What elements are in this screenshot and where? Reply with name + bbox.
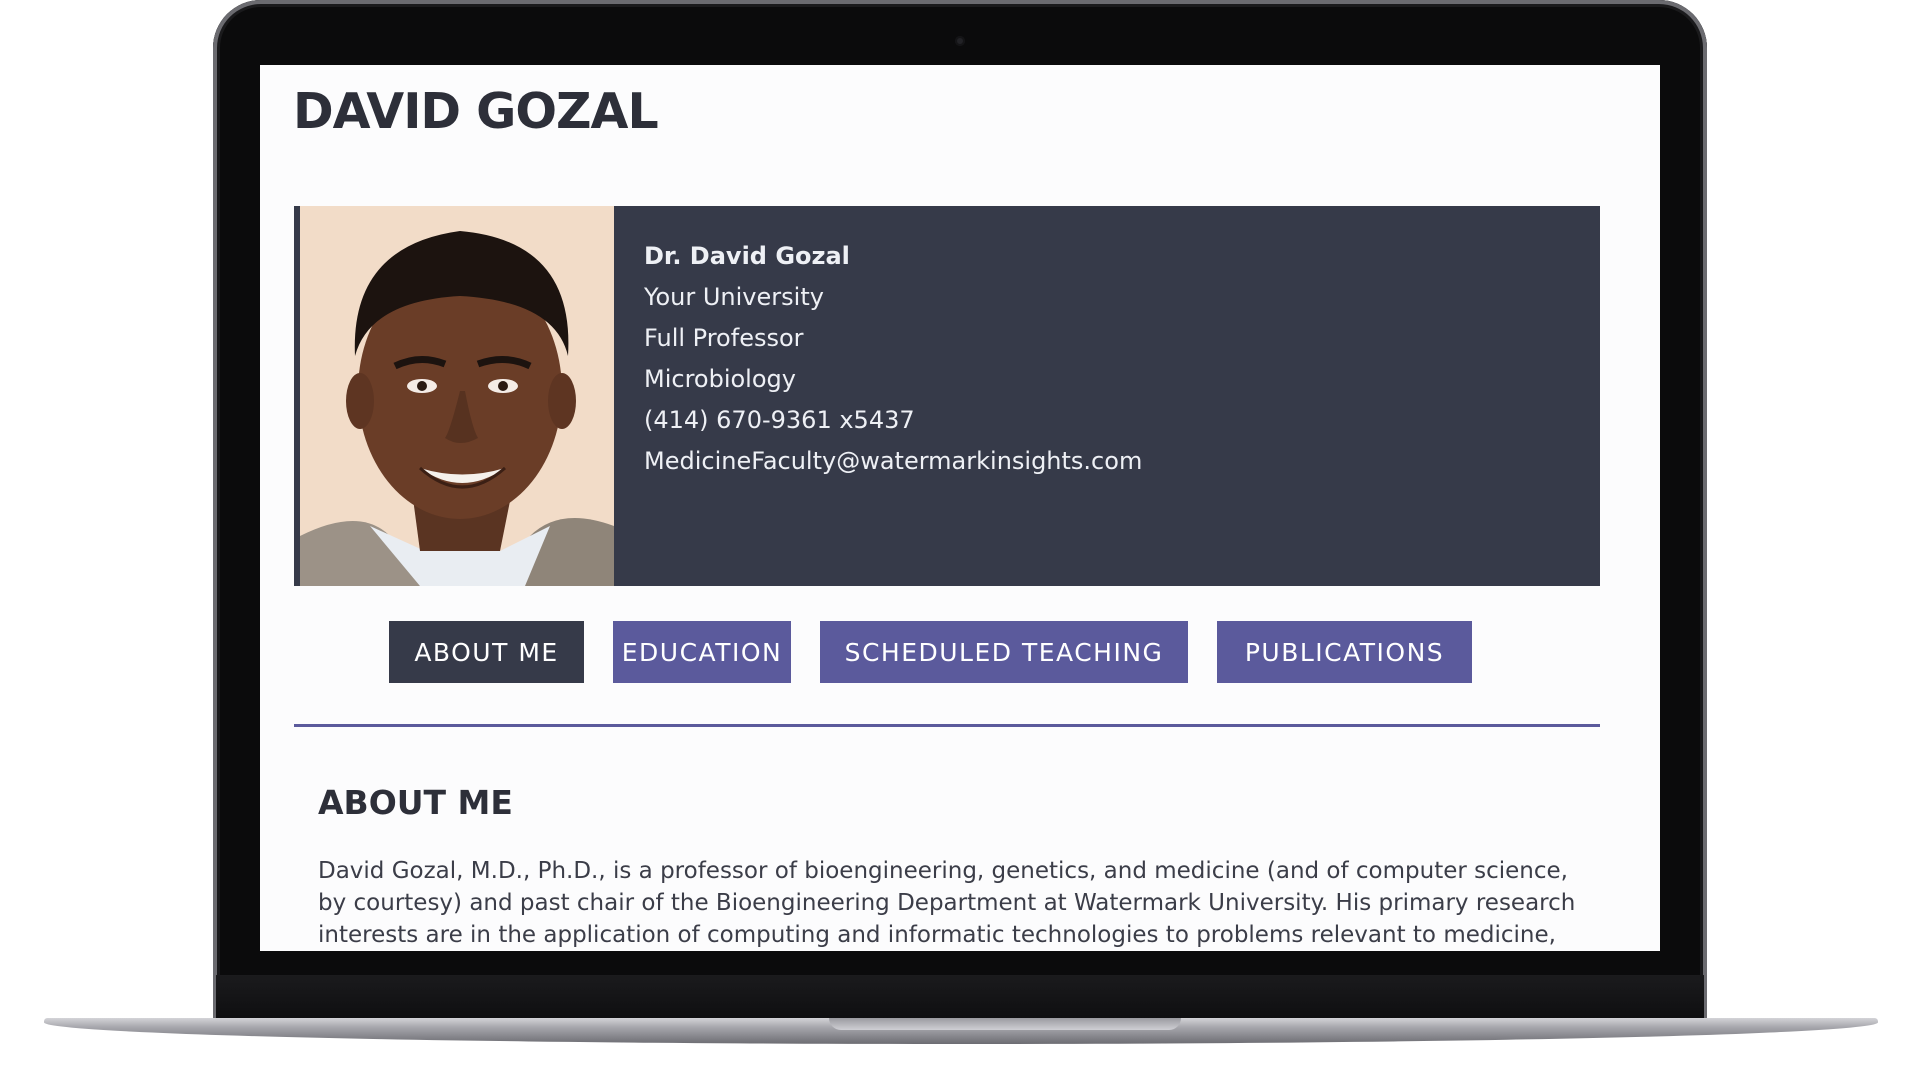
profile-department: Microbiology xyxy=(644,365,796,393)
avatar xyxy=(300,206,614,586)
profile-email[interactable]: MedicineFaculty@watermarkinsights.com xyxy=(644,441,1142,482)
avatar-photo-icon xyxy=(300,206,614,586)
profile-position: Full Professor xyxy=(644,324,804,352)
camera-icon xyxy=(955,36,965,46)
profile-phone: (414) 670-9361 x5437 xyxy=(644,406,915,434)
tab-scheduled-teaching[interactable]: SCHEDULED TEACHING xyxy=(820,621,1188,683)
laptop-base xyxy=(44,1018,1878,1044)
profile-info: Dr. David Gozal Your University Full Pro… xyxy=(644,236,1142,482)
tab-education[interactable]: EDUCATION xyxy=(613,621,791,683)
about-body: David Gozal, M.D., Ph.D., is a professor… xyxy=(318,858,1576,948)
screen: DAVID GOZAL Dr. David Gozal Your Univers… xyxy=(260,65,1660,951)
profile-institution: Your University xyxy=(644,283,824,311)
tab-bar: ABOUT ME EDUCATION SCHEDULED TEACHING PU… xyxy=(260,621,1660,683)
laptop-bottom-bezel xyxy=(216,975,1704,1020)
profile-card: Dr. David Gozal Your University Full Pro… xyxy=(294,206,1600,586)
tab-about-me[interactable]: ABOUT ME xyxy=(389,621,584,683)
tab-publications[interactable]: PUBLICATIONS xyxy=(1217,621,1472,683)
about-heading: ABOUT ME xyxy=(318,783,513,822)
profile-name: Dr. David Gozal xyxy=(644,242,850,270)
section-divider xyxy=(294,724,1600,727)
page-title: DAVID GOZAL xyxy=(293,83,659,140)
laptop-notch xyxy=(829,1018,1181,1030)
